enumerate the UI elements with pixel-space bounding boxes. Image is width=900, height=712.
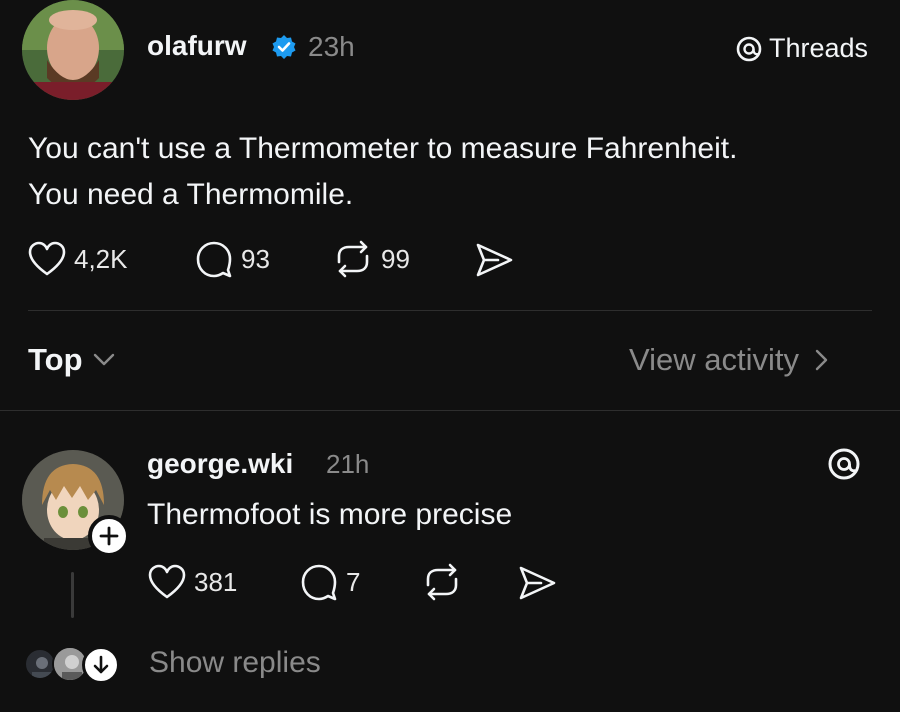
comment-icon [196,241,232,278]
reply-repost-button[interactable] [422,563,462,601]
follow-button[interactable] [88,515,130,557]
reply-like-count: 381 [194,566,238,597]
threads-label: Threads [769,33,869,63]
view-activity-link[interactable]: View activity [629,342,829,378]
repost-icon [426,563,458,601]
reply-share-button[interactable] [517,565,557,601]
section-divider [0,410,900,411]
replier-avatars[interactable] [24,646,124,684]
like-count: 4,2K [74,243,128,274]
author-avatar[interactable] [22,0,124,100]
heart-icon [148,564,186,599]
repost-icon [337,240,369,278]
threads-logo-icon[interactable] [826,446,862,482]
reply-text: Thermofoot is more precise [147,498,513,531]
send-icon [476,243,513,277]
sort-label: Top [28,342,83,377]
author-username[interactable]: olafurw [147,30,247,62]
plus-icon [99,526,119,546]
repost-count: 99 [381,243,410,274]
thread-line [71,572,74,618]
like-button[interactable]: 4,2K [28,241,128,277]
reply-count: 93 [241,243,270,274]
reply-button[interactable]: 93 [195,240,270,278]
chevron-right-icon [815,349,828,371]
reply-comment-count: 7 [346,566,361,597]
arrow-down-icon [93,655,109,674]
post-timestamp: 23h [308,31,355,62]
threads-brand[interactable]: Threads [735,33,868,64]
sort-dropdown[interactable]: Top [28,342,115,378]
share-button[interactable] [474,242,514,278]
reply-timestamp: 21h [326,449,370,479]
post-text-line-2: You need a Thermomile. [28,178,354,211]
chevron-down-icon [93,353,114,366]
reply-username[interactable]: george.wki [147,448,293,480]
verified-badge-icon [271,34,297,60]
post-text: You can't use a Thermometer to measure F… [28,126,737,218]
send-icon [519,566,556,600]
post-divider [28,310,872,311]
threads-logo-icon [735,35,763,63]
repost-button[interactable]: 99 [333,240,410,278]
expand-replies-button[interactable] [82,646,120,684]
show-replies-link[interactable]: Show replies [149,646,321,680]
view-activity-label: View activity [629,342,799,377]
post-text-line-1: You can't use a Thermometer to measure F… [28,132,738,165]
heart-icon [28,241,66,276]
reply-like-button[interactable]: 381 [148,564,237,600]
reply-comment-button[interactable]: 7 [300,563,360,601]
comment-icon [301,564,337,601]
